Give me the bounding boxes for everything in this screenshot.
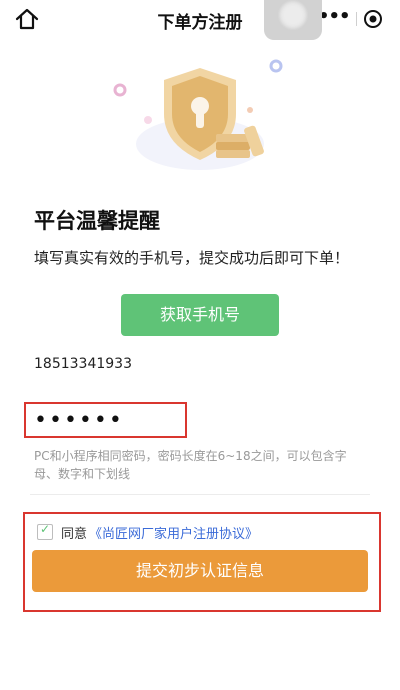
submit-button[interactable]: 提交初步认证信息: [32, 550, 368, 592]
agreement-highlight-box: ✓ 同意 《尚匠网厂家用户注册协议》 提交初步认证信息: [23, 512, 381, 612]
password-hint: PC和小程序相同密码，密码长度在6~18之间，可以包含字母、数字和下划线: [34, 449, 347, 481]
phone-number: 18513341933: [34, 356, 132, 372]
more-dots-icon[interactable]: •••: [318, 6, 351, 32]
notice-title: 平台温馨提醒: [34, 209, 160, 233]
agreement-checkbox[interactable]: ✓: [37, 522, 53, 540]
get-phone-button[interactable]: 获取手机号: [121, 294, 279, 336]
mini-program-capsule: •••: [316, 6, 390, 32]
capsule-divider: [356, 12, 357, 26]
checkmark-icon: ✓: [39, 522, 51, 536]
floating-avatar[interactable]: [264, 0, 322, 40]
agreement-prefix: 同意: [61, 527, 88, 542]
password-highlight-box: [24, 402, 187, 438]
password-input[interactable]: [34, 406, 180, 434]
navbar: 下单方注册 •••: [0, 0, 400, 40]
divider: [30, 494, 370, 495]
avatar-placeholder-icon: [278, 0, 308, 30]
agreement-link[interactable]: 《尚匠网厂家用户注册协议》: [89, 523, 258, 542]
mini-program-close-icon[interactable]: [363, 9, 383, 29]
shield-lock-icon: [100, 48, 300, 178]
notice-tip: 填写真实有效的手机号，提交成功后即可下单！: [34, 249, 350, 267]
